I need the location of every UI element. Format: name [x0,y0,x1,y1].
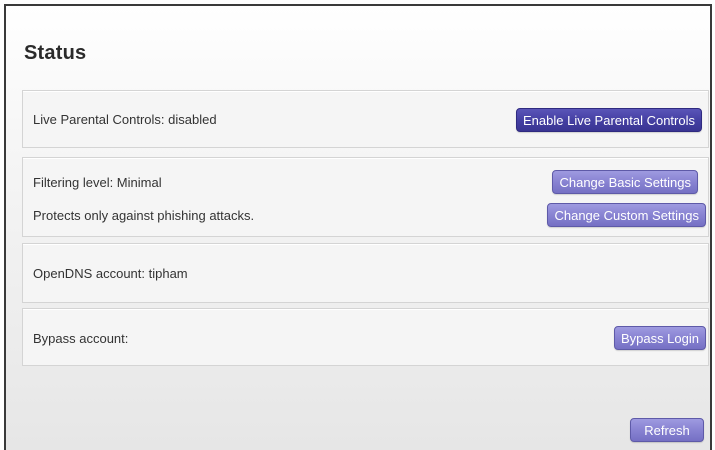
enable-live-parental-controls-button[interactable]: Enable Live Parental Controls [516,108,702,132]
opendns-account-panel: OpenDNS account: tipham [22,243,709,303]
page-title: Status [24,42,87,64]
filtering-level-text: Filtering level: Minimal [33,175,162,190]
parental-controls-panel: Live Parental Controls: disabled Enable … [22,90,709,148]
parental-controls-status: Live Parental Controls: disabled [33,112,217,127]
filtering-panel: Filtering level: Minimal Change Basic Se… [22,157,709,237]
status-page: Status Live Parental Controls: disabled … [4,4,712,450]
change-custom-settings-button[interactable]: Change Custom Settings [547,203,706,227]
bypass-login-button[interactable]: Bypass Login [613,326,706,350]
bypass-account-panel: Bypass account: Bypass Login [22,308,709,366]
change-basic-settings-button[interactable]: Change Basic Settings [552,170,698,194]
opendns-account-text: OpenDNS account: tipham [33,266,188,281]
refresh-button[interactable]: Refresh [630,418,704,442]
filtering-description: Protects only against phishing attacks. [33,208,255,223]
bypass-account-label: Bypass account: [33,331,129,346]
